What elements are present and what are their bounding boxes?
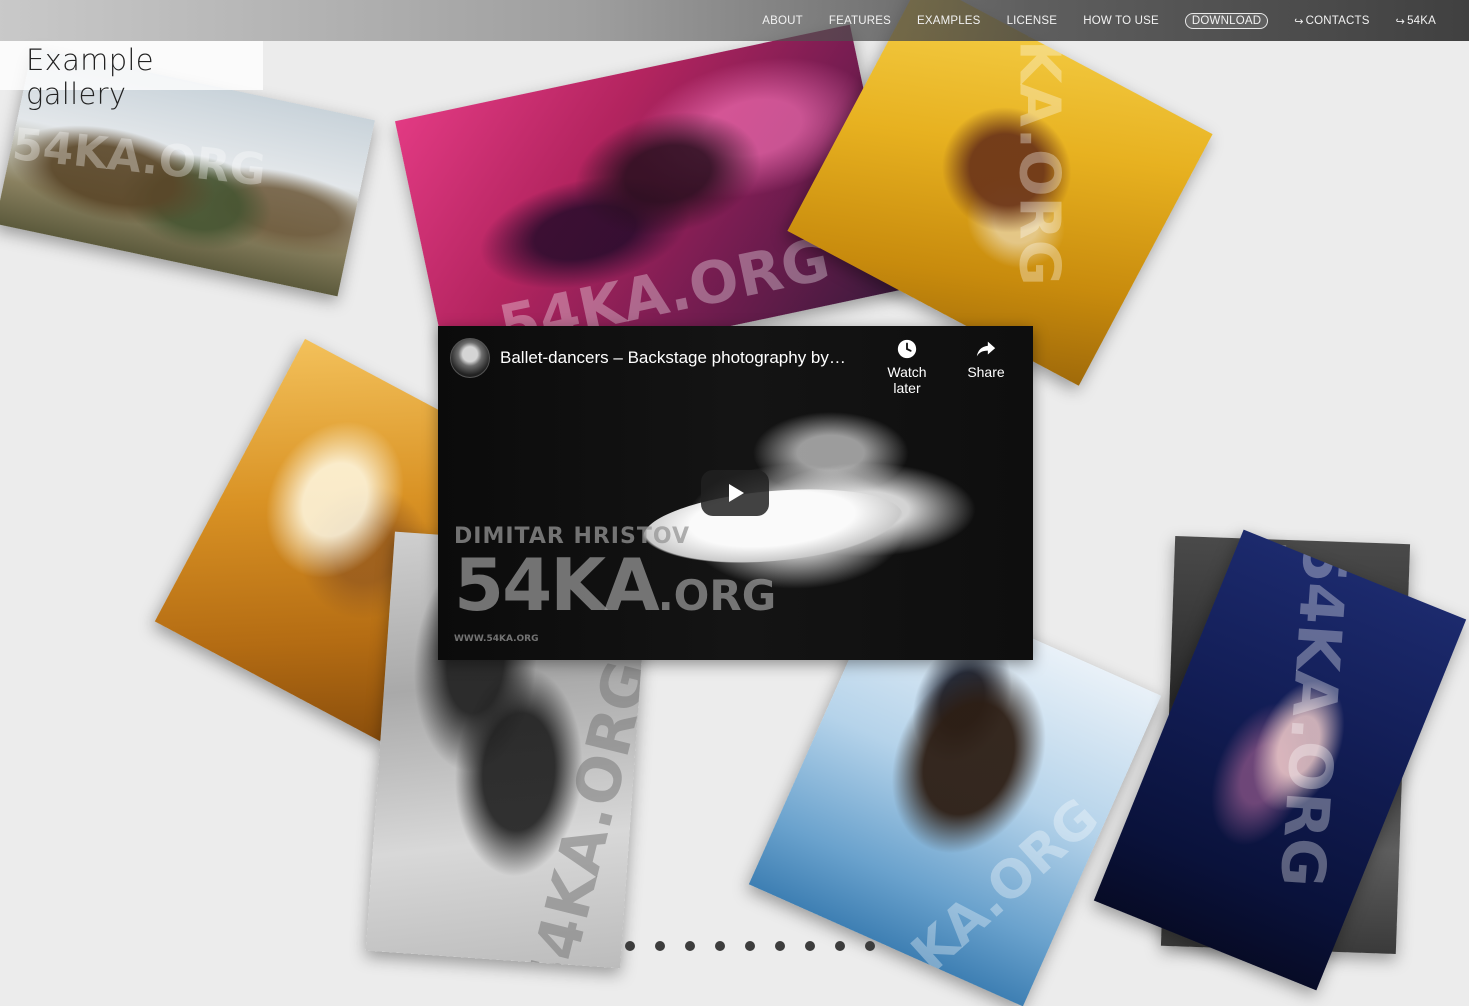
video-watermark-logo: 54KA.ORG <box>454 543 777 627</box>
photo-watermark: 54KA.ORG <box>1006 0 1072 286</box>
nav-how-to-use[interactable]: HOW TO USE <box>1083 15 1159 27</box>
main-nav: ABOUT FEATURES EXAMPLES LICENSE HOW TO U… <box>736 12 1436 30</box>
nav-contacts[interactable]: ↪ CONTACTS <box>1294 15 1369 28</box>
nav-features[interactable]: FEATURES <box>829 15 891 27</box>
watch-later-label: Watch later <box>887 364 927 396</box>
pagination-dot[interactable] <box>865 941 875 951</box>
photo-watermark: 54KA.ORG <box>1266 538 1361 890</box>
video-player[interactable]: DIMITAR HRISTOV 54KA.ORG WWW.54KA.ORG Ba… <box>438 326 1033 660</box>
external-link-icon: ↪ <box>1395 15 1406 28</box>
play-button[interactable] <box>701 470 769 516</box>
share-arrow-icon <box>976 341 996 357</box>
external-link-icon: ↪ <box>1294 15 1304 28</box>
watch-later-button[interactable]: Watch later <box>872 338 942 396</box>
pagination-dot[interactable] <box>775 941 785 951</box>
share-label: Share <box>967 364 1005 380</box>
gallery-photo-dancers-blue[interactable]: 54KA.ORG <box>1093 529 1467 991</box>
nav-about[interactable]: ABOUT <box>762 15 803 27</box>
channel-avatar[interactable] <box>450 338 490 378</box>
page-title-box: Example gallery <box>0 41 263 111</box>
pagination-dot[interactable] <box>745 941 755 951</box>
top-navigation-bar: ABOUT FEATURES EXAMPLES LICENSE HOW TO U… <box>0 0 1469 41</box>
pagination-dot[interactable] <box>655 941 665 951</box>
nav-54ka-label: 54KA <box>1407 15 1436 27</box>
nav-examples[interactable]: EXAMPLES <box>917 15 981 27</box>
video-title[interactable]: Ballet-dancers – Backstage photography b… <box>500 348 846 368</box>
pagination-dot[interactable] <box>835 941 845 951</box>
photo-watermark: 54KA.ORG <box>512 654 650 969</box>
photo-watermark: 54KA.ORG <box>846 787 1111 1006</box>
pagination-dot[interactable] <box>625 941 635 951</box>
pagination-dot[interactable] <box>715 941 725 951</box>
pagination-dot[interactable] <box>805 941 815 951</box>
pagination-dot[interactable] <box>685 941 695 951</box>
clock-icon <box>897 339 917 359</box>
photo-watermark: 54KA.ORG <box>10 118 269 197</box>
share-button[interactable]: Share <box>951 338 1021 380</box>
nav-54ka[interactable]: ↪ 54KA <box>1396 15 1436 28</box>
nav-license[interactable]: LICENSE <box>1007 15 1058 27</box>
video-watermark: DIMITAR HRISTOV 54KA.ORG WWW.54KA.ORG <box>454 524 776 644</box>
page-title: Example gallery <box>26 43 154 111</box>
video-watermark-url: WWW.54KA.ORG <box>454 634 539 644</box>
nav-download-button[interactable]: DOWNLOAD <box>1184 13 1269 29</box>
gallery-pagination <box>625 941 875 951</box>
nav-contacts-label: CONTACTS <box>1305 15 1370 27</box>
